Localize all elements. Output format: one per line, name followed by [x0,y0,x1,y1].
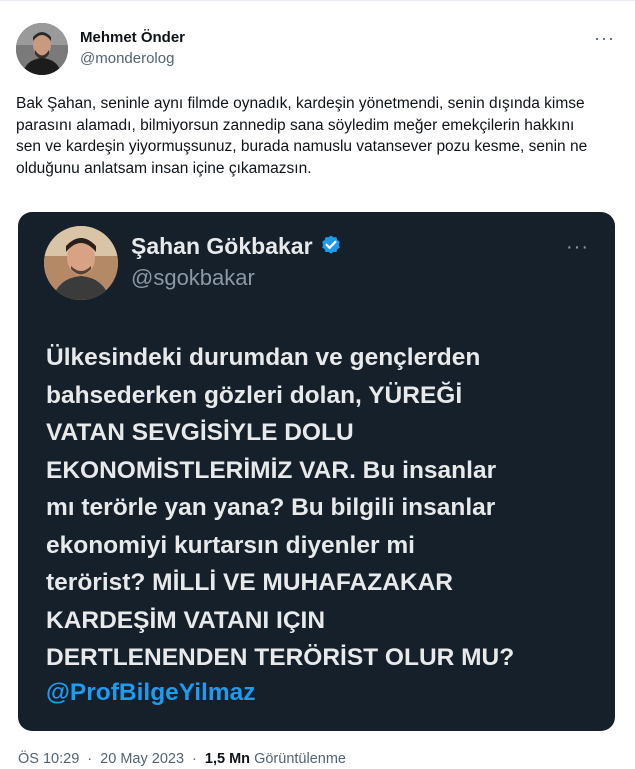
embedded-text-line: mı terörle yan yana? Bu bilgili insanlar [46,494,496,521]
embedded-tweet-image[interactable]: Şahan Gökbakar @sgokbakar ··· Ülkesindek… [18,212,615,731]
views-label: Görüntülenme [254,751,346,767]
embedded-text-line: DERTLENENDEN TERÖRİST OLUR MU? [46,644,515,671]
meta-separator: · [192,751,197,767]
embedded-mention: @ProfBilgeYilmaz [46,679,256,706]
embedded-text-line: ekonomiyi kurtarsın diyenler mi [46,531,415,559]
embedded-more-icon: ··· [566,236,589,258]
embedded-tweet-text: Ülkesindeki durumdan ve gençlerden bahse… [46,339,591,677]
embedded-avatar [44,226,118,300]
display-name[interactable]: Mehmet Önder [80,28,185,48]
user-handle[interactable]: @monderolog [80,49,185,69]
embedded-text-line: EKONOMİSTLERİMİZ VAR. Bu insanlar [46,456,497,484]
avatar-photo [16,23,68,75]
embedded-text-line: bahsederken gözleri dolan, YÜREĞİ [46,381,463,409]
verified-badge-icon [321,235,340,254]
tweet-text: Bak Şahan, seninle aynı filmde oynadık, … [16,95,588,177]
tweet-header: Mehmet Önder @monderolog ··· [16,23,619,79]
embedded-text-line: VATAN SEVGİSİYLE DOLU [46,419,354,446]
embedded-name-row: Şahan Gökbakar [131,232,343,260]
tweet-date[interactable]: 20 May 2023 [100,751,184,767]
embedded-text-line: terörist? MİLLİ VE MUHAFAZAKAR [46,569,453,596]
more-options-icon[interactable]: ··· [594,29,615,47]
tweet-meta: ÖS 10:29 · 20 May 2023 · 1,5 Mn Görüntül… [18,750,346,768]
user-info: Mehmet Önder @monderolog [80,28,185,69]
embedded-text-line: KARDEŞİM VATANI IÇIN [46,606,326,634]
embedded-text-line: Ülkesindeki durumdan ve gençlerden [46,344,481,371]
embedded-display-name: Şahan Gökbakar [131,233,313,259]
views-count: 1,5 Mn [204,751,251,767]
embedded-user-info: Şahan Gökbakar @sgokbakar [131,232,343,292]
avatar[interactable] [16,23,68,75]
embedded-handle: @sgokbakar [131,265,255,290]
tweet: Mehmet Önder @monderolog ··· Bak Şahan, … [0,0,635,769]
meta-separator: · [87,751,93,767]
embedded-avatar-photo [44,226,118,300]
tweet-time[interactable]: ÖS 10:29 [18,751,79,767]
